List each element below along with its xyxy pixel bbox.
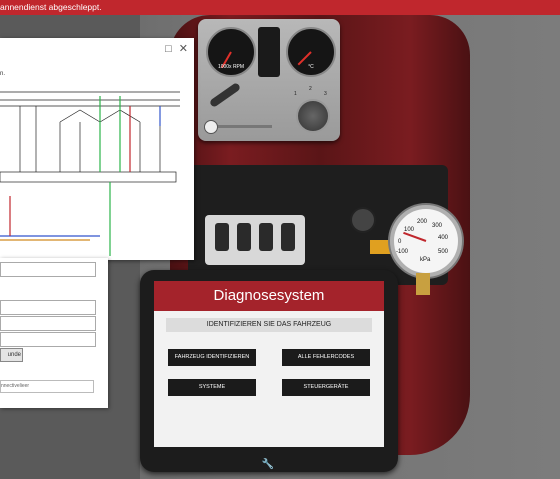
ignition-lever[interactable] — [208, 81, 242, 109]
throttle-slider[interactable] — [204, 120, 272, 134]
form-footer-field: nnectivelieer — [0, 380, 94, 393]
warning-lights — [258, 27, 280, 77]
ignition-knob[interactable] — [296, 99, 330, 133]
pressure-tick: 500 — [438, 249, 449, 255]
pressure-tick: 0 — [398, 239, 402, 245]
vehicle-form: unde nnectivelieer — [0, 258, 108, 408]
battery[interactable] — [370, 240, 392, 254]
identify-vehicle-button[interactable]: FAHRZEUG IDENTIFIZIEREN — [168, 349, 256, 366]
tablet-screen: Diagnosesystem IDENTIFIZIEREN SIE DAS FA… — [154, 281, 384, 447]
wiring-diagram — [0, 91, 180, 256]
fault-codes-button[interactable]: ALLE FEHLERCODES — [282, 349, 370, 366]
ecus-button[interactable]: STEUERGERÄTE — [282, 379, 370, 396]
wrench-icon[interactable]: 🔧 — [260, 458, 276, 472]
edit-icon[interactable]: □ — [165, 43, 172, 55]
temperature-gauge-label: °C — [308, 64, 314, 70]
pressure-tick: 100 — [404, 227, 415, 233]
knob-number-3: 3 — [324, 91, 327, 97]
pressure-unit: kPa — [420, 257, 431, 263]
rpm-gauge: 1000x RPM — [206, 27, 256, 77]
rpm-gauge-label: 1000x RPM — [217, 64, 245, 70]
form-field-2[interactable] — [0, 300, 96, 315]
oil-cap[interactable] — [350, 207, 376, 233]
form-field-4[interactable] — [0, 332, 96, 347]
tablet-title: Diagnosesystem — [154, 281, 384, 311]
pressure-gauge: -100 0 100 200 300 400 500 kPa — [390, 205, 462, 277]
notification-bar: annendienst abgeschleppt. — [0, 0, 560, 15]
submit-button[interactable]: unde — [0, 348, 23, 362]
engine-block[interactable] — [205, 215, 305, 265]
diagnostic-tablet: Diagnosesystem IDENTIFIZIEREN SIE DAS FA… — [140, 270, 398, 472]
systems-button[interactable]: SYSTEME — [168, 379, 256, 396]
notification-text: annendienst abgeschleppt. — [0, 2, 102, 12]
pressure-tick: 300 — [432, 223, 443, 229]
wiring-diagram-window: □ ✕ n. — [0, 38, 194, 260]
form-field-1[interactable] — [0, 262, 96, 277]
window-controls: □ ✕ — [165, 42, 188, 55]
tablet-subtitle: IDENTIFIZIEREN SIE DAS FAHRZEUG — [166, 318, 372, 332]
instrument-panel: 1000x RPM °C 1 2 3 — [198, 19, 340, 141]
knob-number-2: 2 — [309, 86, 312, 92]
form-field-3[interactable] — [0, 316, 96, 331]
gauge-fitting — [416, 273, 430, 295]
close-icon[interactable]: ✕ — [179, 43, 188, 55]
diagram-label: n. — [0, 71, 6, 77]
temperature-gauge: °C — [286, 27, 336, 77]
pressure-tick: 200 — [417, 219, 428, 225]
knob-number-1: 1 — [294, 91, 297, 97]
pressure-tick: -100 — [396, 249, 409, 255]
pressure-tick: 400 — [438, 235, 449, 241]
